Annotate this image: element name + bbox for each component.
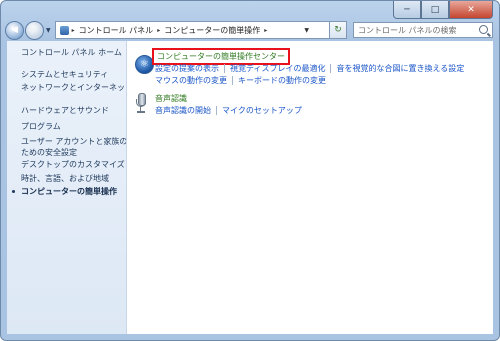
microphone-icon[interactable] bbox=[135, 93, 147, 113]
ease-links-row-1: 設定の提案の表示 視覚ディスプレイの最適化 音を視覚的な合図に置き換える設定 bbox=[155, 63, 464, 74]
sidebar-item-programs[interactable]: プログラム bbox=[21, 121, 61, 132]
link-divider bbox=[232, 76, 233, 85]
search-input[interactable] bbox=[358, 25, 468, 35]
current-item-bullet bbox=[12, 190, 15, 193]
start-speech-recognition-link[interactable]: 音声認識の開始 bbox=[155, 105, 211, 116]
close-button[interactable]: ✕ bbox=[449, 1, 493, 19]
link-divider bbox=[330, 64, 332, 73]
ease-of-access-center-link[interactable]: コンピューターの簡単操作センター bbox=[152, 48, 290, 65]
sidebar-item-network[interactable]: ネットワークとインターネット bbox=[21, 82, 133, 93]
replace-sounds-link[interactable]: 音を視覚的な合図に置き換える設定 bbox=[336, 63, 464, 74]
speech-links-row: 音声認識の開始 マイクのセットアップ bbox=[155, 105, 302, 116]
breadcrumb-ease-of-access[interactable]: コンピューターの簡単操作 bbox=[164, 25, 260, 36]
ease-of-access-icon[interactable]: ⚛ bbox=[135, 55, 154, 74]
sidebar: コントロール パネル ホーム システムとセキュリティ ネットワークとインターネッ… bbox=[7, 41, 133, 334]
caption-buttons: ─ □ ✕ bbox=[393, 1, 493, 19]
speech-recognition-link[interactable]: 音声認識 bbox=[155, 93, 187, 104]
search-icon[interactable] bbox=[479, 25, 488, 34]
link-divider bbox=[224, 64, 225, 73]
navigation-bar: ◀ ▶ ▼ ▸ コントロール パネル ▸ コンピューターの簡単操作 ▸ ▼ ↻ bbox=[5, 20, 493, 40]
recent-pages-dropdown[interactable]: ▼ bbox=[46, 27, 51, 34]
address-bar[interactable]: ▸ コントロール パネル ▸ コンピューターの簡単操作 ▸ ▼ bbox=[54, 21, 330, 39]
view-recommended-settings-link[interactable]: 設定の提案の表示 bbox=[155, 63, 219, 74]
sidebar-item-user-accounts[interactable]: ユーザー アカウントと家族の bbox=[21, 136, 127, 147]
sidebar-item-desktop[interactable]: デスクトップのカスタマイズ bbox=[21, 159, 125, 170]
sidebar-item-hardware-sound[interactable]: ハードウェアとサウンド bbox=[21, 105, 109, 116]
maximize-button[interactable]: □ bbox=[421, 1, 449, 19]
ease-links-row-2: マウスの動作の変更 キーボードの動作の変更 bbox=[155, 75, 326, 86]
sidebar-item-ease-of-access: コンピューターの簡単操作 bbox=[21, 187, 117, 196]
breadcrumb-separator[interactable]: ▸ bbox=[157, 27, 160, 34]
breadcrumb-separator[interactable]: ▸ bbox=[264, 27, 267, 34]
sidebar-item-system-security[interactable]: システムとセキュリティ bbox=[21, 69, 108, 80]
forward-button[interactable]: ▶ bbox=[25, 20, 44, 40]
breadcrumb-separator[interactable]: ▸ bbox=[72, 27, 75, 34]
back-button[interactable]: ◀ bbox=[5, 20, 24, 40]
sidebar-item-user-accounts-line2[interactable]: ための安全設定 bbox=[21, 147, 77, 158]
main-content: ⚛ コンピューターの簡単操作センター 設定の提案の表示 視覚ディスプレイの最適化… bbox=[126, 41, 493, 334]
change-mouse-link[interactable]: マウスの動作の変更 bbox=[155, 75, 227, 86]
breadcrumb-control-panel[interactable]: コントロール パネル bbox=[79, 25, 154, 36]
change-keyboard-link[interactable]: キーボードの動作の変更 bbox=[238, 75, 326, 86]
setup-microphone-link[interactable]: マイクのセットアップ bbox=[222, 105, 302, 116]
explorer-window: ─ □ ✕ ◀ ▶ ▼ ▸ コントロール パネル ▸ コンピューターの簡単操作 … bbox=[0, 0, 500, 341]
address-dropdown-icon[interactable]: ▼ bbox=[304, 27, 309, 34]
sidebar-item-clock-language[interactable]: 時計、言語、および地域 bbox=[21, 173, 109, 184]
sidebar-home-link[interactable]: コントロール パネル ホーム bbox=[21, 47, 122, 58]
link-divider bbox=[216, 106, 217, 115]
control-panel-icon bbox=[59, 25, 69, 35]
search-box[interactable] bbox=[353, 22, 493, 38]
optimize-display-link[interactable]: 視覚ディスプレイの最適化 bbox=[230, 63, 325, 74]
minimize-button[interactable]: ─ bbox=[393, 1, 421, 19]
refresh-button[interactable]: ↻ bbox=[330, 21, 347, 39]
